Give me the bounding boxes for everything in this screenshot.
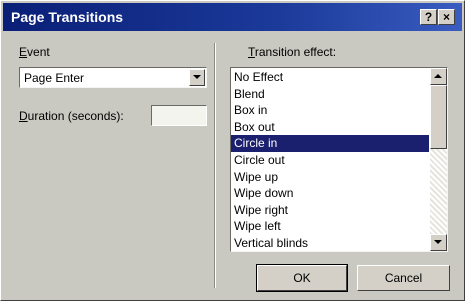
scroll-up-button[interactable] — [430, 68, 447, 85]
close-button[interactable]: × — [438, 9, 455, 25]
chevron-down-icon — [193, 75, 201, 79]
transition-label-mnemonic: T — [248, 45, 255, 59]
list-item[interactable]: Circle out — [231, 152, 429, 169]
list-item[interactable]: Blend — [231, 86, 429, 103]
event-dropdown-button[interactable] — [189, 69, 205, 86]
chevron-down-icon — [434, 240, 442, 244]
cancel-button[interactable]: Cancel — [357, 265, 450, 291]
transition-effect-label: Transition effect: — [248, 45, 336, 59]
window-title: Page Transitions — [11, 9, 124, 25]
transition-effect-items: No Effect Blend Box in Box out Circle in Circ… — [231, 69, 429, 251]
transition-label-text: ransition effect: — [254, 45, 337, 59]
help-button[interactable]: ? — [420, 9, 437, 25]
list-item[interactable]: Wipe down — [231, 185, 429, 202]
duration-input[interactable] — [151, 105, 207, 126]
list-item[interactable]: Vertical blinds — [231, 235, 429, 251]
ok-button[interactable]: OK — [256, 264, 348, 292]
scroll-thumb[interactable] — [430, 85, 447, 149]
event-select[interactable]: Page Enter — [19, 67, 207, 88]
duration-label-mnemonic: D — [19, 109, 28, 123]
transition-effect-list[interactable]: No Effect Blend Box in Box out Circle in Circ… — [230, 67, 448, 252]
scroll-down-button[interactable] — [430, 234, 447, 251]
page-transitions-dialog: Page Transitions ? × Event Page Enter Du… — [0, 0, 465, 301]
list-item[interactable]: Wipe right — [231, 202, 429, 219]
list-item[interactable]: Circle in — [231, 135, 429, 152]
event-label-text: vent — [27, 45, 50, 59]
chevron-up-icon — [434, 74, 442, 78]
list-item[interactable]: Wipe left — [231, 218, 429, 235]
list-scrollbar[interactable] — [430, 68, 447, 251]
panel-divider-highlight — [215, 43, 216, 288]
duration-label: Duration (seconds): — [19, 109, 124, 123]
help-icon: ? — [424, 10, 433, 24]
list-item[interactable]: Wipe up — [231, 169, 429, 186]
list-item[interactable]: Box in — [231, 102, 429, 119]
event-label: Event — [19, 45, 50, 59]
duration-label-text: uration (seconds): — [27, 109, 124, 123]
list-item[interactable]: Box out — [231, 119, 429, 136]
event-label-mnemonic: E — [19, 45, 28, 59]
title-bar[interactable]: Page Transitions ? × — [3, 3, 462, 31]
close-icon: × — [442, 10, 450, 24]
list-item[interactable]: No Effect — [231, 69, 429, 86]
event-select-value: Page Enter — [24, 71, 85, 85]
